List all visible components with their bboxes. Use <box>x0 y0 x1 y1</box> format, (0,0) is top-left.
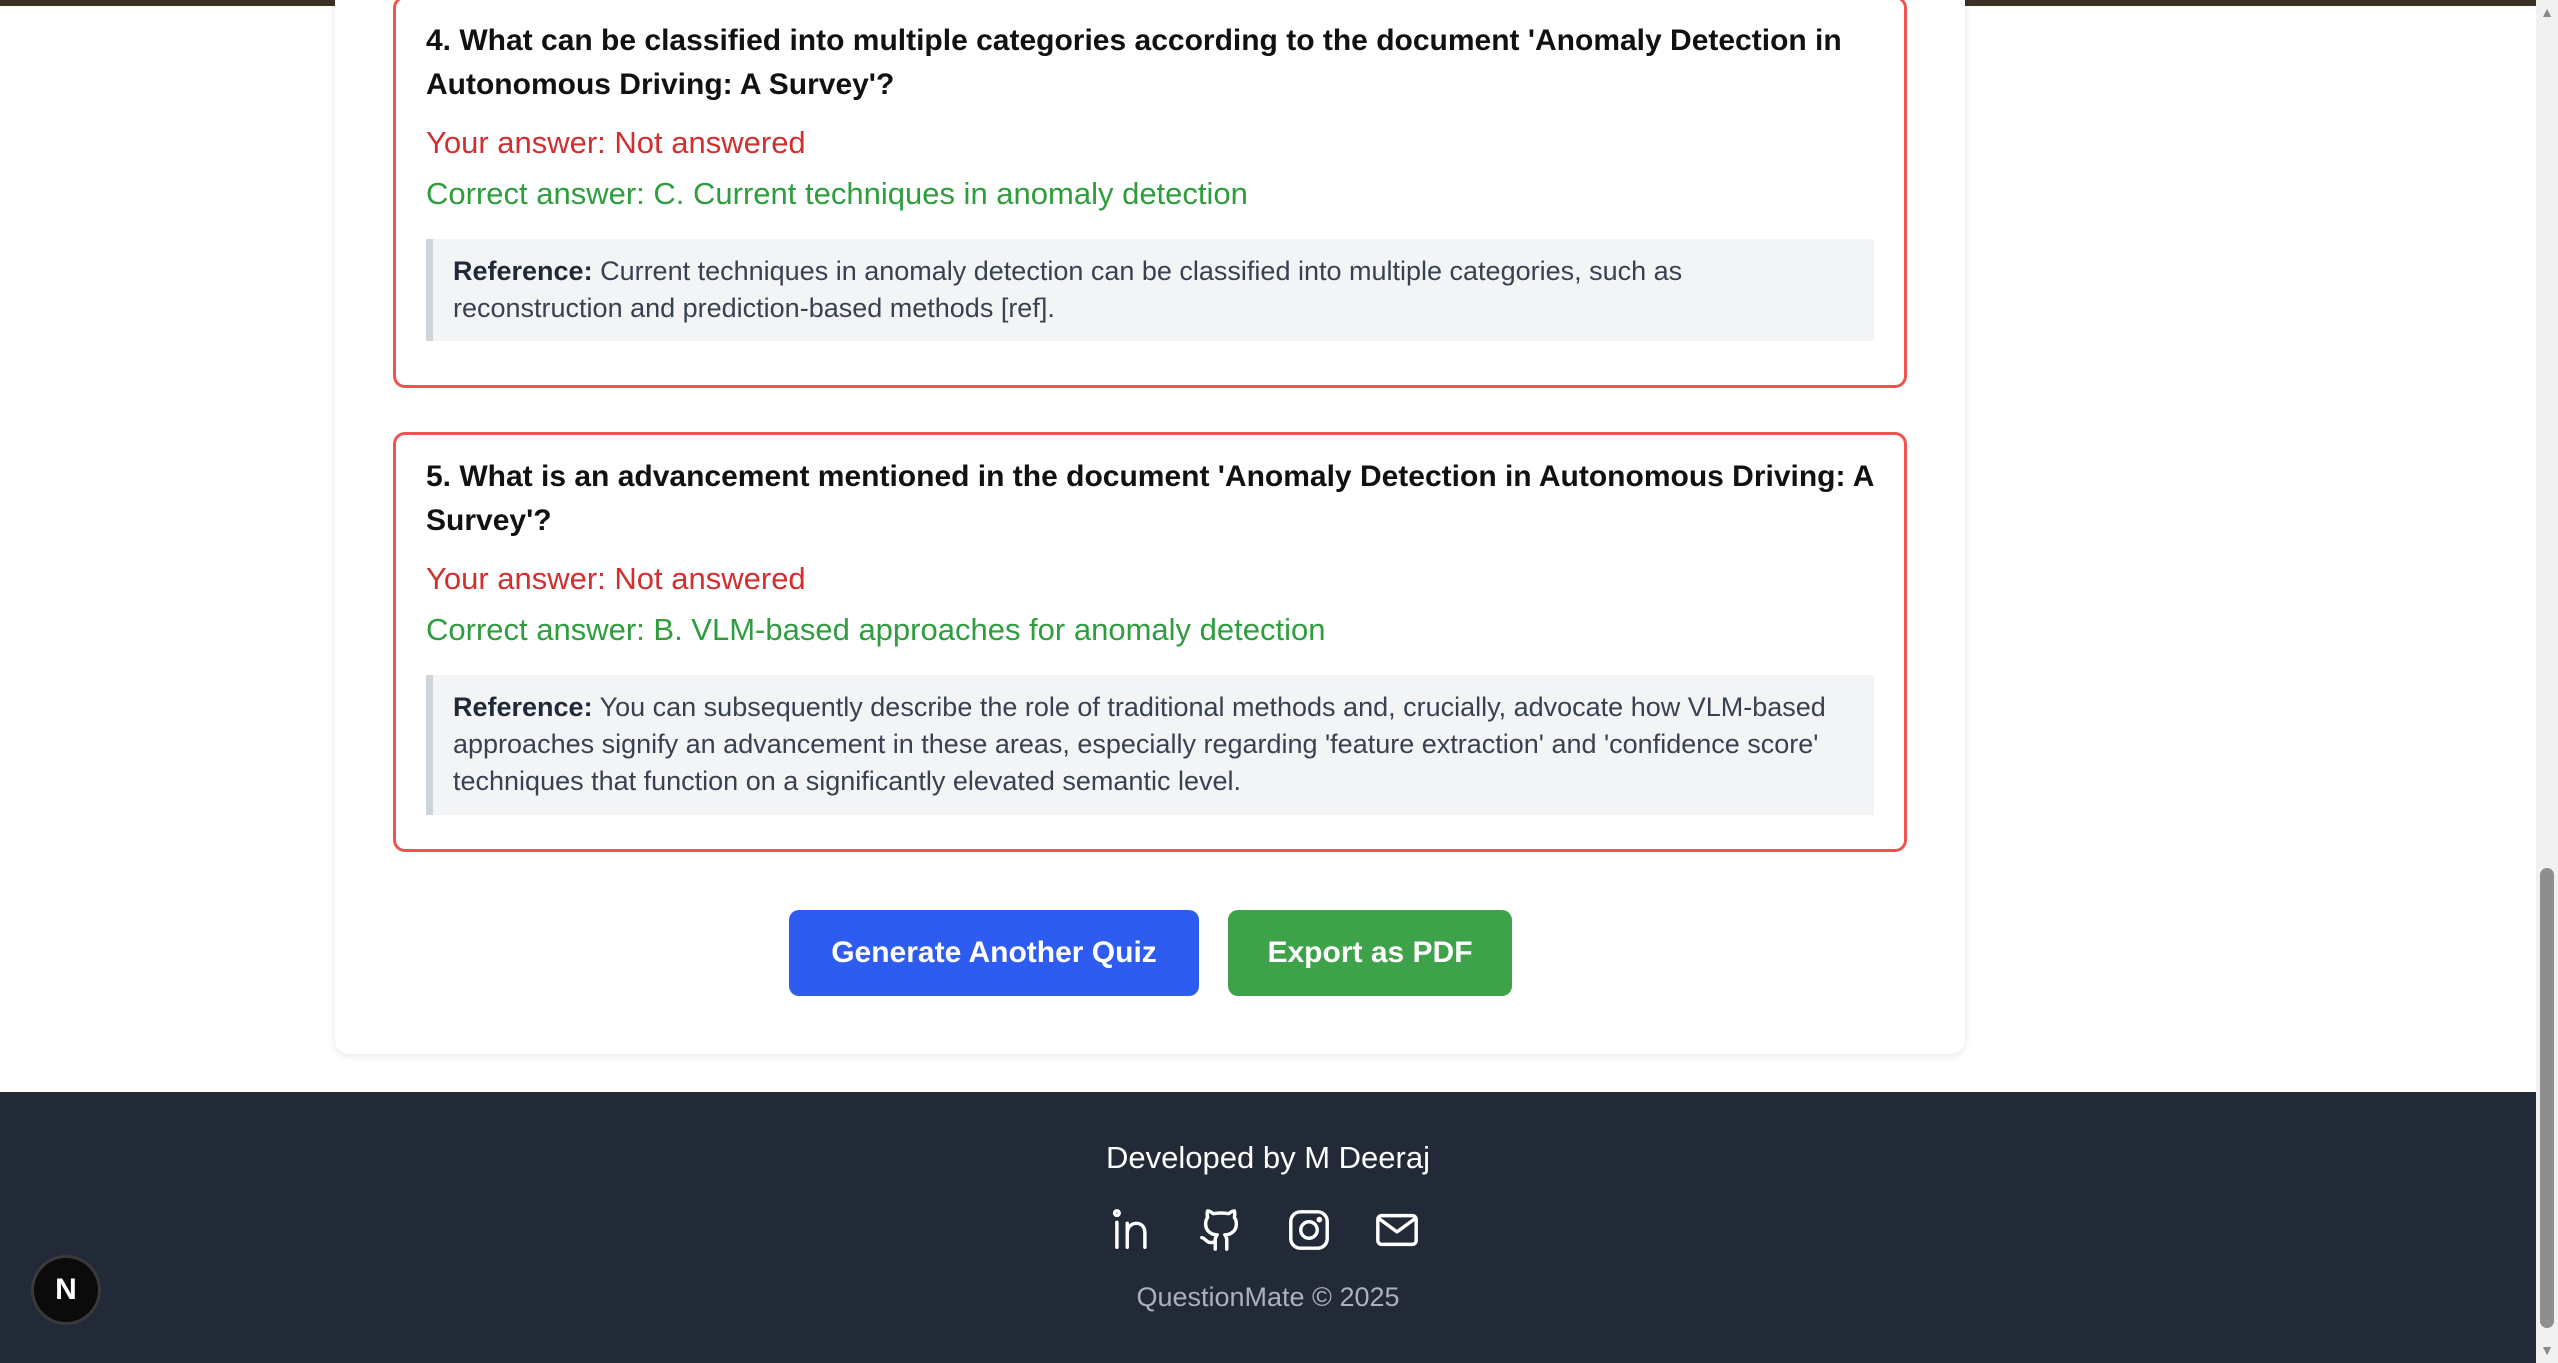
reference-box: Reference: Current techniques in anomaly… <box>426 239 1874 341</box>
quiz-results-page: 4. What can be classified into multiple … <box>0 0 2536 1092</box>
copyright-text: QuestionMate © 2025 <box>1136 1282 1400 1312</box>
reference-text: Current techniques in anomaly detection … <box>453 256 1683 323</box>
footer: Developed by M Deeraj QuestionMate © 202… <box>0 1092 2536 1363</box>
developer-credit: Developed by M Deeraj <box>1106 1140 1430 1175</box>
reference-label: Reference: <box>453 692 593 722</box>
your-answer: Your answer: Not answered <box>426 125 806 160</box>
instagram-icon[interactable] <box>1286 1207 1332 1253</box>
reference-text: You can subsequently describe the role o… <box>453 692 1826 796</box>
mail-icon[interactable] <box>1374 1207 1420 1253</box>
vertical-scrollbar[interactable]: ▲ ▼ <box>2536 0 2558 1363</box>
question-result-4: 4. What can be classified into multiple … <box>393 0 1907 388</box>
linkedin-icon[interactable] <box>1110 1207 1156 1253</box>
question-text: 4. What can be classified into multiple … <box>426 24 1842 101</box>
reference-label: Reference: <box>453 256 593 286</box>
question-text: 5. What is an advancement mentioned in t… <box>426 460 1874 537</box>
generate-another-quiz-button[interactable]: Generate Another Quiz <box>789 910 1199 996</box>
correct-answer: Correct answer: B. VLM-based approaches … <box>426 612 1326 647</box>
export-pdf-button[interactable]: Export as PDF <box>1228 910 1512 996</box>
nextjs-badge[interactable]: N <box>34 1258 98 1322</box>
scroll-down-arrow-icon[interactable]: ▼ <box>2536 1340 2558 1360</box>
your-answer: Your answer: Not answered <box>426 561 806 596</box>
scroll-up-arrow-icon[interactable]: ▲ <box>2536 2 2558 22</box>
question-result-5: 5. What is an advancement mentioned in t… <box>393 432 1907 852</box>
correct-answer: Correct answer: C. Current techniques in… <box>426 176 1248 211</box>
reference-box: Reference: You can subsequently describe… <box>426 675 1874 815</box>
scrollbar-thumb[interactable] <box>2540 868 2554 1328</box>
social-links <box>1110 1207 1422 1255</box>
github-icon[interactable] <box>1198 1207 1244 1253</box>
